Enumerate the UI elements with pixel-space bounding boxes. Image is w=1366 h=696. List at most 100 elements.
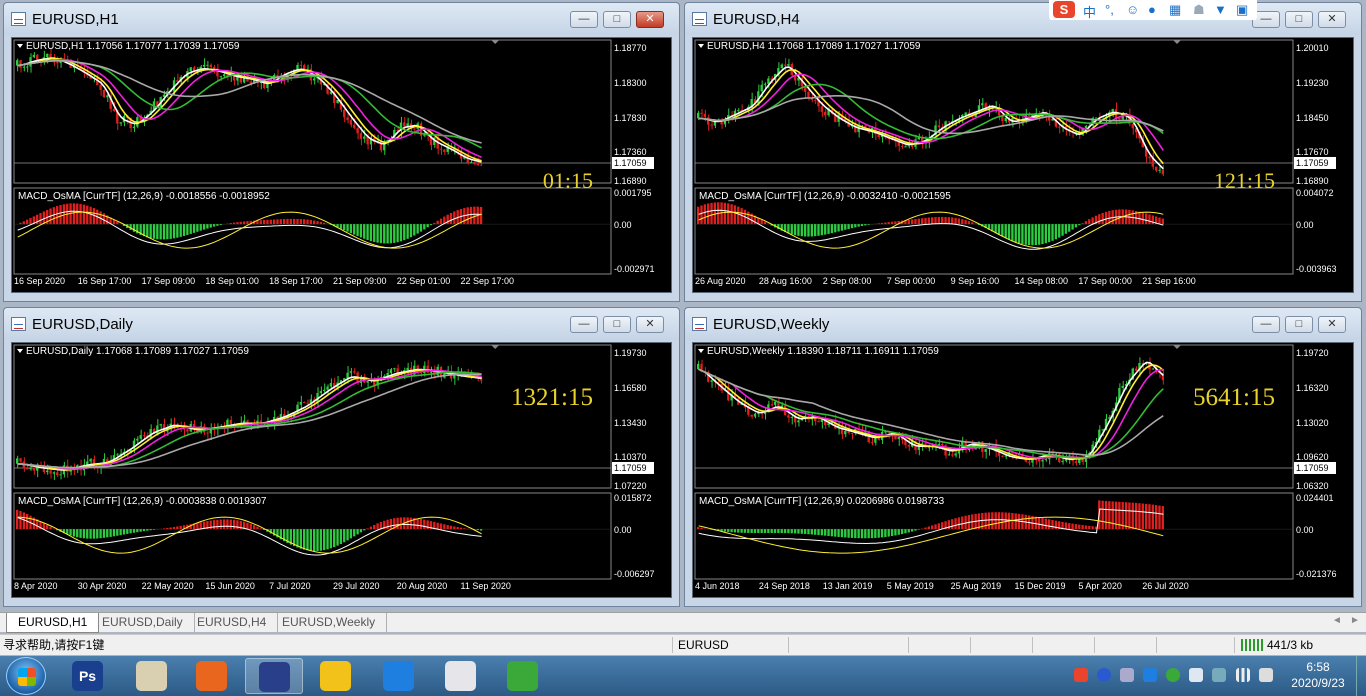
candle-body	[206, 64, 209, 66]
chart-window-daily[interactable]: EURUSD,Daily — □ ✕ EURUSD,Daily 1.17068 1.17…	[3, 307, 680, 607]
volume-muted-icon[interactable]	[1259, 668, 1273, 682]
histogram-bar	[1084, 221, 1088, 225]
histogram-bar	[179, 525, 182, 530]
histogram-bar	[730, 204, 733, 225]
histogram-bar	[723, 202, 727, 225]
candle-body	[403, 122, 406, 127]
histogram-bar	[162, 224, 166, 240]
chart-window-titlebar[interactable]: EURUSD,Weekly — □ ✕	[685, 308, 1361, 340]
close-button[interactable]: ✕	[1318, 11, 1346, 28]
usb-tray-icon[interactable]	[1120, 668, 1134, 682]
maximize-button[interactable]: □	[603, 316, 631, 333]
keyboard-icon[interactable]: ▦	[1169, 2, 1181, 18]
taskbar-app-button[interactable]	[183, 658, 241, 694]
tab-eurusd-h4[interactable]: EURUSD,H4	[186, 613, 279, 633]
maximize-button[interactable]: □	[603, 11, 631, 28]
chart-window-titlebar[interactable]: EURUSD,H1 — □ ✕	[4, 3, 679, 35]
taskbar-app-button[interactable]	[370, 658, 428, 694]
histogram-bar	[807, 224, 810, 237]
start-button[interactable]	[6, 657, 46, 695]
chart-shift-marker-icon[interactable]	[491, 345, 500, 349]
chart-shift-marker-icon[interactable]	[1173, 345, 1181, 349]
sogou-logo-icon[interactable]: S	[1053, 1, 1075, 18]
histogram-bar	[807, 529, 810, 535]
histogram-bar	[239, 221, 242, 225]
chart-window-titlebar[interactable]: EURUSD,Daily — □ ✕	[4, 308, 679, 340]
price-chart-area[interactable]: EURUSD,H4 1.17068 1.17089 1.17027 1.1705…	[692, 37, 1354, 293]
histogram-bar	[917, 218, 920, 225]
taskbar-app-button[interactable]: Ps	[59, 658, 117, 694]
tab-eurusd-h1[interactable]: EURUSD,H1	[6, 613, 100, 633]
histogram-bar	[166, 224, 169, 240]
chart-collapse-icon[interactable]	[17, 349, 23, 353]
minimize-button[interactable]: —	[570, 316, 598, 333]
tab-scroll-right-icon[interactable]: ►	[1350, 615, 1360, 626]
emoji-icon[interactable]: ☺	[1126, 2, 1139, 17]
chart-canvas[interactable]: EURUSD,Daily 1.17068 1.17089 1.17027 1.1…	[12, 343, 671, 597]
tab-eurusd-weekly[interactable]: EURUSD,Weekly	[271, 613, 388, 633]
candle-body	[787, 63, 790, 66]
ime-language-toggle[interactable]: 中	[1083, 2, 1096, 21]
histogram-bar	[984, 512, 987, 530]
chart-canvas[interactable]: EURUSD,H4 1.17068 1.17089 1.17027 1.1705…	[693, 38, 1353, 292]
ime-toolbar[interactable]: S 中 °, ☺ ● ▦ ☗ ▼ ▣	[1049, 0, 1257, 20]
tab-eurusd-daily[interactable]: EURUSD,Daily	[91, 613, 195, 633]
chart-canvas[interactable]: EURUSD,Weekly 1.18390 1.18711 1.16911 1.…	[693, 343, 1353, 597]
price-chart-area[interactable]: EURUSD,H1 1.17056 1.17077 1.17039 1.1705…	[11, 37, 672, 293]
tab-scroll-left-icon[interactable]: ◄	[1332, 615, 1342, 626]
time-axis-label: 16 Sep 2020	[14, 276, 65, 286]
skin-shirt-icon[interactable]: ▼	[1214, 2, 1227, 17]
chart-header-ohlc: EURUSD,H1 1.17056 1.17077 1.17039 1.1705…	[26, 41, 240, 52]
chart-canvas[interactable]: EURUSD,H1 1.17056 1.17077 1.17039 1.1705…	[12, 38, 671, 292]
taskbar-app-button[interactable]	[245, 658, 303, 694]
security-shield-icon[interactable]	[1189, 668, 1203, 682]
maximize-button[interactable]: □	[1285, 11, 1313, 28]
chart-collapse-icon[interactable]	[698, 44, 704, 48]
minimize-button[interactable]: —	[570, 11, 598, 28]
histogram-bar	[931, 525, 934, 530]
user-icon[interactable]: ☗	[1193, 2, 1205, 18]
microphone-icon[interactable]: ●	[1148, 2, 1156, 17]
taskbar-app-button[interactable]	[307, 658, 365, 694]
histogram-bar	[1158, 505, 1161, 530]
close-button[interactable]: ✕	[1318, 316, 1346, 333]
chart-shift-marker-icon[interactable]	[1173, 40, 1181, 44]
taskbar-app-button[interactable]	[432, 658, 490, 694]
taskbar-app-button[interactable]	[123, 658, 181, 694]
price-chart-area[interactable]: EURUSD,Weekly 1.18390 1.18711 1.16911 1.…	[692, 342, 1354, 598]
sogou-tray-icon[interactable]	[1074, 668, 1088, 682]
candle-body	[817, 421, 820, 423]
chart-window-titlebar[interactable]: EURUSD,H4— □ ✕	[685, 3, 1361, 35]
punctuation-icon[interactable]: °,	[1105, 2, 1114, 17]
close-button[interactable]: ✕	[636, 11, 664, 28]
taskbar-clock[interactable]: 6:58 2020/9/23	[1284, 659, 1352, 691]
feather-tray-icon[interactable]	[1143, 668, 1157, 682]
chart-window-weekly[interactable]: EURUSD,Weekly — □ ✕ EURUSD,Weekly 1.18390 1.…	[684, 307, 1362, 607]
taskbar-app-button[interactable]	[494, 658, 552, 694]
maximize-button[interactable]: □	[1285, 316, 1313, 333]
histogram-bar	[1088, 219, 1091, 225]
close-button[interactable]: ✕	[636, 316, 664, 333]
histogram-bar	[817, 529, 820, 536]
histogram-bar	[259, 528, 262, 530]
chart-shift-marker-icon[interactable]	[491, 40, 500, 44]
wechat-tray-icon[interactable]	[1166, 668, 1180, 682]
price-chart-area[interactable]: EURUSD,Daily 1.17068 1.17089 1.17027 1.1…	[11, 342, 672, 598]
histogram-bar	[272, 219, 276, 225]
histogram-bar	[887, 529, 890, 537]
histogram-bar	[79, 203, 82, 225]
histogram-bar	[790, 224, 793, 235]
help-tray-icon[interactable]	[1097, 668, 1111, 682]
histogram-bar	[854, 529, 857, 539]
minimize-button[interactable]: —	[1252, 316, 1280, 333]
chart-window-h4[interactable]: EURUSD,H4— □ ✕ EURUSD,H4 1.17068 1.17089 1.…	[684, 2, 1362, 302]
candle-body	[707, 117, 710, 125]
chart-window-h1[interactable]: EURUSD,H1 — □ ✕ EURUSD,H1 1.17056 1.17077 1.…	[3, 2, 680, 302]
chart-collapse-icon[interactable]	[17, 44, 23, 48]
show-desktop-button[interactable]	[1356, 656, 1366, 696]
chart-collapse-icon[interactable]	[698, 349, 704, 353]
toolbox-icon[interactable]: ▣	[1236, 2, 1248, 18]
signal-strength-icon[interactable]	[1236, 668, 1250, 682]
histogram-bar	[857, 224, 860, 227]
network-tray-icon[interactable]	[1212, 668, 1226, 682]
